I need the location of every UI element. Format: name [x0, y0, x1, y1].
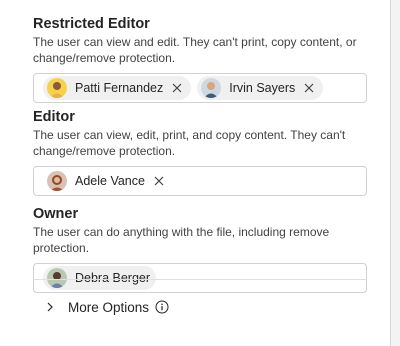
person-name: Debra Berger	[75, 271, 151, 285]
avatar	[201, 78, 222, 98]
people-picker[interactable]: Adele Vance	[33, 166, 367, 196]
role-title: Restricted Editor	[33, 16, 150, 32]
person-name: Patti Fernandez	[75, 81, 164, 95]
scrollbar[interactable]	[391, 0, 400, 340]
people-picker[interactable]: Patti Fernandez Irvin Sayers	[33, 73, 367, 103]
role-title: Editor	[33, 109, 75, 125]
people-picker[interactable]: Debra Berger	[33, 263, 367, 293]
person-chip[interactable]: Debra Berger	[43, 266, 157, 290]
more-options-label: More Options	[68, 299, 150, 315]
close-icon[interactable]	[301, 80, 317, 96]
role-section-editor: Editor The user can view, edit, print, a…	[33, 108, 367, 196]
avatar	[47, 171, 67, 191]
role-description: The user can view, edit, print, and copy…	[33, 128, 346, 158]
role-title: Owner	[33, 206, 79, 222]
avatar	[47, 268, 67, 288]
role-description: The user can do anything with the file, …	[33, 225, 330, 255]
person-name: Adele Vance	[75, 174, 145, 188]
divider	[33, 279, 367, 280]
chevron-right-icon	[47, 302, 53, 312]
avatar	[47, 78, 67, 98]
permissions-panel: Restricted Editor The user can view and …	[0, 0, 391, 346]
close-icon[interactable]	[169, 80, 185, 96]
person-chip[interactable]: Adele Vance	[43, 169, 173, 193]
info-icon[interactable]	[155, 300, 169, 314]
role-description: The user can view and edit. They can't p…	[33, 35, 357, 65]
person-name: Irvin Sayers	[229, 81, 296, 95]
person-chip[interactable]: Irvin Sayers	[197, 76, 324, 100]
person-chip[interactable]: Patti Fernandez	[43, 76, 192, 100]
role-section-restricted-editor: Restricted Editor The user can view and …	[33, 15, 367, 103]
more-options-toggle[interactable]: More Options	[44, 297, 169, 317]
close-icon[interactable]	[151, 173, 167, 189]
